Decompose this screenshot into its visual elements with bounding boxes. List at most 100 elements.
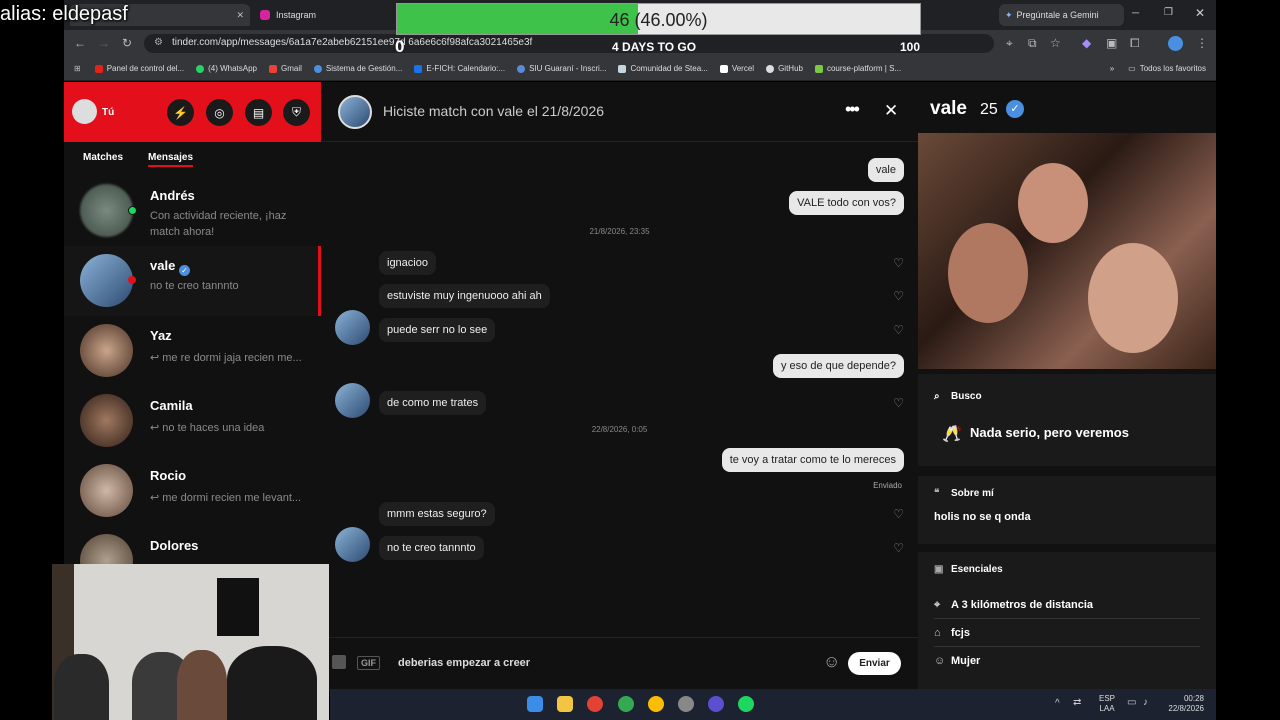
close-tab-icon[interactable]: ✕ [236, 10, 244, 21]
bookmark-item[interactable]: Gmail [269, 64, 302, 73]
display-icon[interactable]: ▭ [1127, 697, 1136, 708]
start-icon[interactable] [527, 696, 543, 712]
apps-icon[interactable]: ⊞ [74, 64, 81, 73]
network-icon[interactable]: ⇄ [1073, 697, 1081, 708]
conversation-item-active[interactable]: vale ✓ no te creo tannnto [64, 246, 321, 316]
install-icon[interactable]: ⧉ [1028, 36, 1037, 51]
heart-icon[interactable]: ♡ [893, 323, 904, 337]
person [177, 650, 227, 720]
heart-icon[interactable]: ♡ [893, 541, 904, 555]
days-remaining: 4 DAYS TO GO [612, 40, 697, 54]
minimize-icon[interactable]: ─ [1132, 8, 1139, 19]
star-icon[interactable]: ☆ [1050, 36, 1061, 50]
match-avatar[interactable] [338, 95, 372, 129]
language-indicator[interactable]: ESP LAA [1099, 694, 1115, 714]
bookmark-item[interactable]: E-FICH: Calendario:... [414, 64, 505, 73]
bookmark-item[interactable]: (4) WhatsApp [196, 64, 257, 73]
instagram-icon [260, 10, 270, 20]
message-sent: vale [867, 158, 904, 182]
webcam-overlay [52, 564, 329, 720]
safety-shield-icon[interactable]: ⛨ [283, 99, 310, 126]
message-received: ignacioo [379, 251, 436, 275]
quote-icon: ❝ [934, 488, 940, 499]
back-icon[interactable]: ← [74, 36, 86, 50]
tray-expand-icon[interactable]: ^ [1055, 698, 1060, 709]
menu-icon[interactable]: ⋮ [1196, 36, 1208, 50]
chrome-icon[interactable] [618, 696, 634, 712]
heart-icon[interactable]: ♡ [893, 256, 904, 270]
profile-age: 25 [980, 101, 998, 118]
tab-messages[interactable]: Mensajes [148, 152, 194, 167]
close-chat-icon[interactable]: ✕ [884, 101, 898, 121]
send-button[interactable]: Enviar [848, 652, 901, 675]
sent-status: Enviado [873, 481, 902, 490]
message-sent: VALE todo con vos? [789, 191, 904, 215]
bookmark-item[interactable]: SIU Guaraní - Inscri... [517, 64, 606, 73]
conversation-item[interactable]: Rocio ↩ me dormi recien me levant... [64, 456, 321, 526]
explore-icon[interactable]: ◎ [206, 99, 233, 126]
bookmark-item[interactable]: Vercel [719, 64, 754, 73]
person [54, 654, 109, 720]
forward-icon[interactable]: → [98, 36, 110, 50]
close-window-icon[interactable]: ✕ [1195, 6, 1205, 20]
message-sent: y eso de que depende? [773, 354, 904, 378]
bookmark-item[interactable]: course-platform | S... [814, 64, 901, 73]
gemini-button[interactable]: ✦ Pregúntale a Gemini [999, 4, 1124, 26]
extensions-icon[interactable]: ⧠ [1130, 36, 1140, 51]
conversation-item[interactable]: Camila ↩ no te haces una idea [64, 386, 321, 456]
progress-text: 46 (46.00%) [609, 10, 708, 30]
message-received: de como me trates [379, 391, 487, 415]
address-input[interactable]: ⚙ tinder.com/app/messages/6a1a7e2abeb6215… [144, 34, 994, 53]
champagne-icon: 🥂 [942, 426, 962, 443]
tab-matches[interactable]: Matches [83, 152, 123, 163]
gender-icon: ☺ [934, 655, 946, 667]
heart-icon[interactable]: ♡ [893, 289, 904, 303]
chrome-icon[interactable] [648, 696, 664, 712]
all-bookmarks-folder[interactable]: ▭ Todos los favoritos [1128, 64, 1206, 73]
app-icon[interactable] [678, 696, 694, 712]
user-name[interactable]: Tú [102, 107, 114, 118]
profile-photo[interactable] [918, 133, 1216, 369]
avatar [80, 464, 133, 517]
clock[interactable]: 00:28 22/8/2026 [1164, 694, 1204, 714]
extension2-icon[interactable]: ▣ [1106, 36, 1117, 50]
bookmark-item[interactable]: GitHub [766, 64, 803, 73]
essentials-card: ▣ Esenciales ⌖ A 3 kilómetros de distanc… [918, 552, 1216, 692]
site-info-icon[interactable]: ⚙ [154, 37, 163, 48]
briefcase-icon[interactable]: ▤ [245, 99, 272, 126]
app-icon[interactable] [708, 696, 724, 712]
bookmark-item[interactable]: Comunidad de Stea... [618, 64, 708, 73]
conversation-item[interactable]: Yaz ↩ me re dormi jaja recien me... [64, 316, 321, 386]
spotify-icon[interactable] [738, 696, 754, 712]
more-options-icon[interactable]: ••• [845, 99, 860, 120]
restore-icon[interactable]: ❐ [1164, 7, 1173, 18]
location-icon[interactable]: ⌖ [1006, 36, 1013, 51]
more-bookmarks-icon[interactable]: » [1110, 64, 1114, 73]
bookmark-item[interactable]: Sistema de Gestión... [313, 64, 402, 73]
verified-icon: ✓ [179, 265, 190, 276]
looking-for-card: ⌕ Busco 🥂 Nada serio, pero veremos [918, 374, 1216, 466]
avatar [80, 324, 133, 377]
volume-icon[interactable]: ♪ [1143, 697, 1148, 708]
gif-button[interactable]: GIF [357, 656, 380, 670]
chat-header: Hiciste match con vale el 21/8/2026 ••• … [321, 82, 918, 142]
heart-icon[interactable]: ♡ [893, 507, 904, 521]
goal-progress-bar: 46 (46.00%) [396, 3, 921, 35]
message-received: puede serr no lo see [379, 318, 496, 342]
file-explorer-icon[interactable] [557, 696, 573, 712]
reload-icon[interactable]: ↻ [122, 36, 132, 50]
emoji-icon[interactable]: ☺ [823, 652, 840, 672]
sticker-icon[interactable] [332, 655, 346, 669]
message-input[interactable]: deberias empezar a creer [398, 657, 530, 669]
folder-icon: ▭ [1128, 64, 1136, 73]
heart-icon[interactable]: ♡ [893, 396, 904, 410]
profile-avatar[interactable] [1168, 36, 1183, 51]
bookmark-item[interactable]: Panel de control del... [94, 64, 184, 73]
conversation-item[interactable]: Andrés Con actividad reciente, ¡haz matc… [64, 176, 321, 246]
bookmarks-bar: ⊞ Panel de control del... (4) WhatsApp G… [64, 57, 1216, 81]
boost-icon[interactable]: ⚡ [167, 99, 194, 126]
message-sent: te voy a tratar como te lo mereces [721, 448, 904, 472]
extension-icon[interactable]: ◆ [1082, 36, 1091, 50]
chrome-icon[interactable] [587, 696, 603, 712]
user-avatar[interactable] [72, 99, 97, 124]
